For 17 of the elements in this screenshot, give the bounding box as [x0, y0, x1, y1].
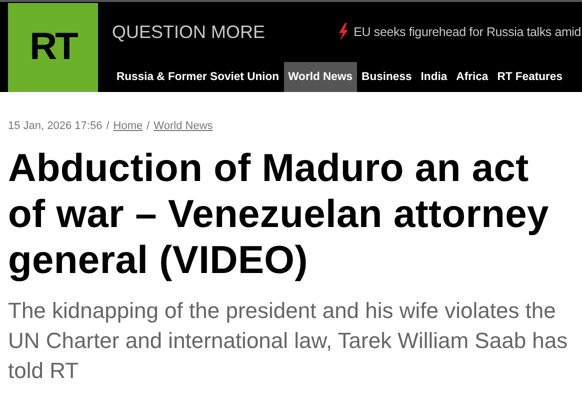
- nav-tab[interactable]: RT Features: [492, 62, 567, 92]
- nav-tab[interactable]: World News: [284, 62, 358, 92]
- article-headline: Abduction of Maduro an act of war – Venezuelan attorney general (VIDEO): [8, 146, 550, 284]
- breadcrumb-link[interactable]: Home: [113, 120, 143, 132]
- tagline: QUESTION MORE: [112, 22, 266, 42]
- nav-tab[interactable]: Business: [357, 62, 416, 92]
- nav-tab[interactable]: India: [416, 62, 452, 92]
- breadcrumb-separator: /: [106, 120, 110, 132]
- nav-tab[interactable]: Russia & Former Soviet Union: [112, 62, 284, 92]
- article-summary: The kidnapping of the president and his wife violates the UN Charter and international law, Tarek William Saab has told RT: [8, 297, 569, 385]
- breadcrumb-link[interactable]: World News: [154, 120, 213, 132]
- breaking-news-link[interactable]: EU seeks figurehead for Russia talks amid: [354, 25, 582, 39]
- breadcrumb-separator: /: [146, 120, 150, 132]
- lightning-icon: [338, 23, 349, 41]
- site-logo[interactable]: RT: [8, 3, 98, 92]
- publish-date: 15 Jan, 2026 17:56: [8, 120, 102, 132]
- nav-tab[interactable]: Africa: [452, 62, 493, 92]
